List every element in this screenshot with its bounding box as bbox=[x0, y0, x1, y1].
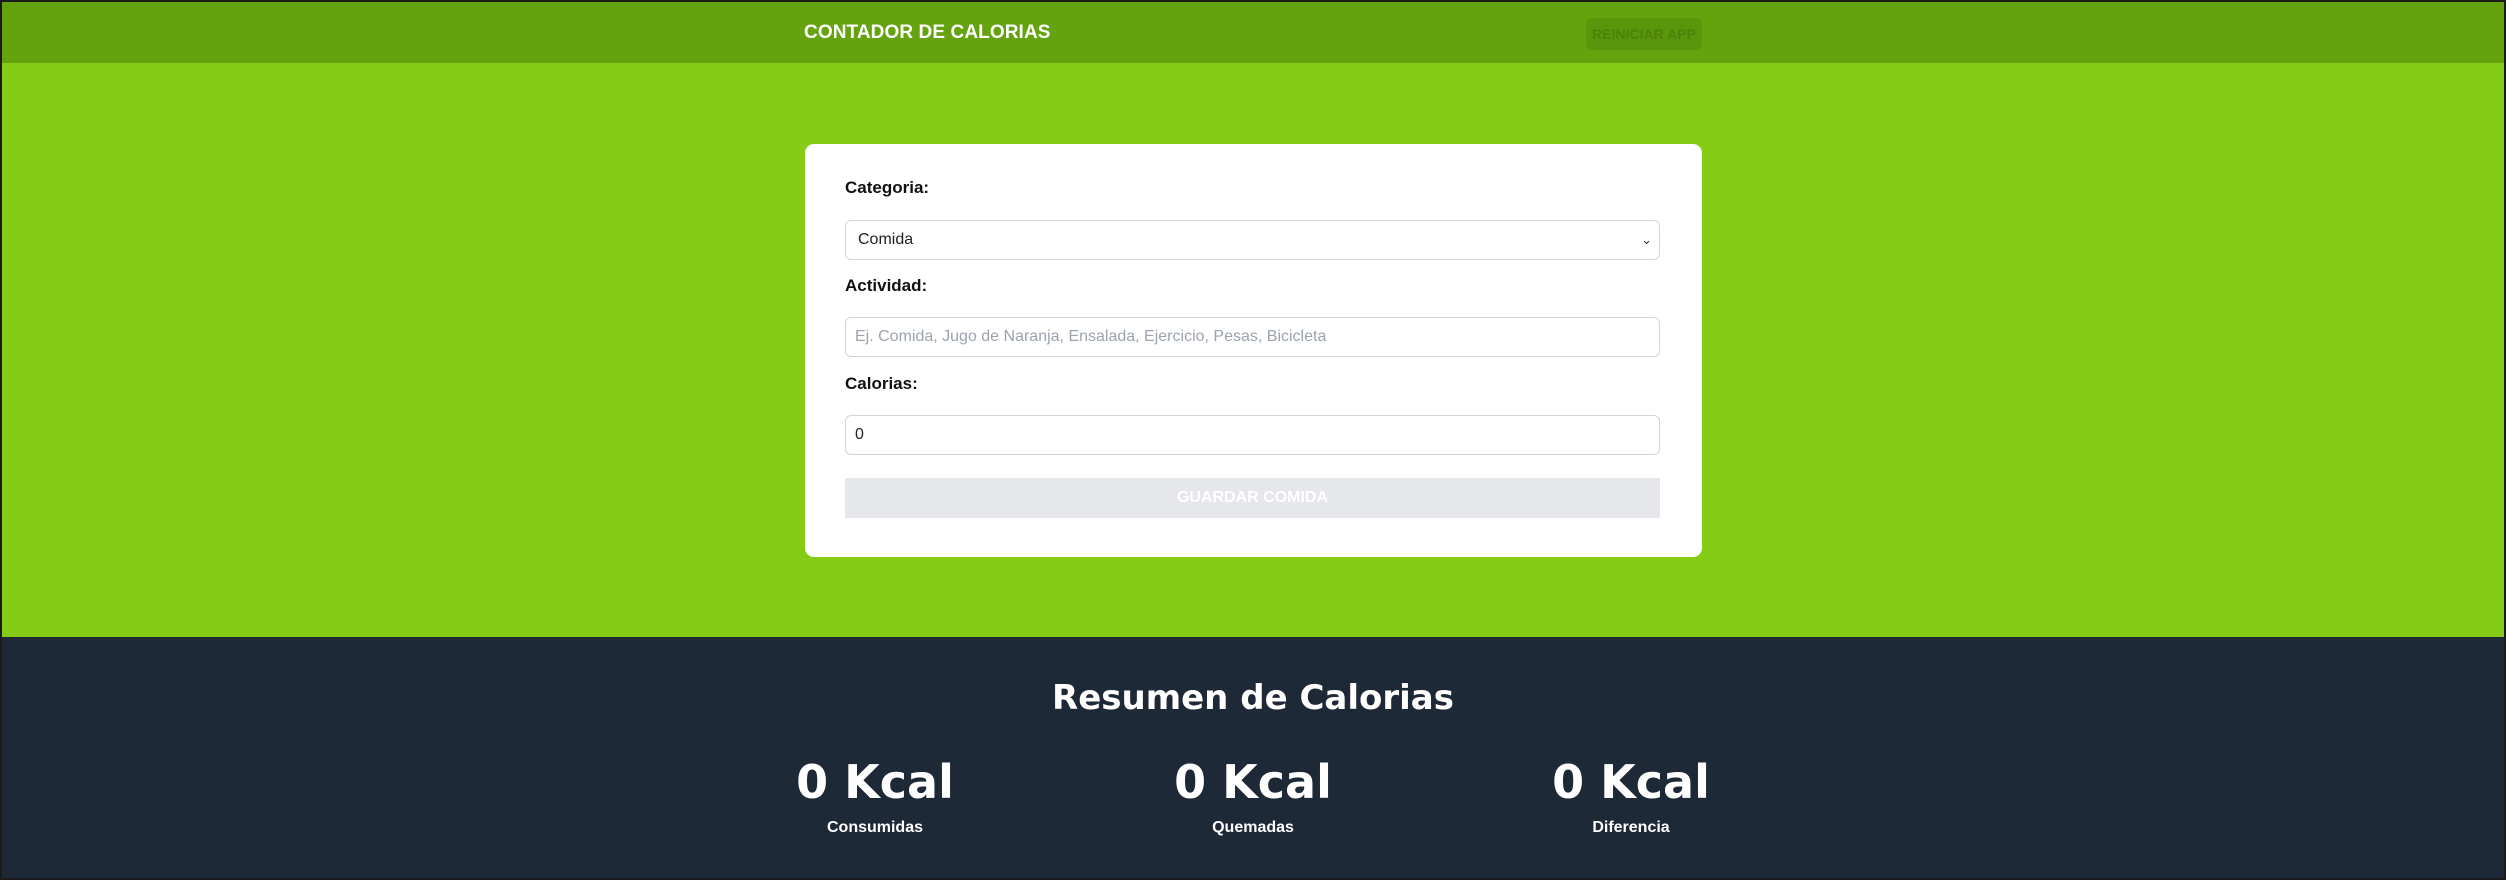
summary-title: Resumen de Calorias bbox=[1052, 678, 1454, 718]
app-title: CONTADOR DE CALORIAS bbox=[804, 22, 1051, 43]
calorie-form: Categoria: Comida ⌄ Actividad: Ej. Comid… bbox=[805, 144, 1702, 557]
form-section: Categoria: Comida ⌄ Actividad: Ej. Comid… bbox=[2, 63, 2504, 637]
stat-consumed-value: 0 Kcal bbox=[796, 755, 954, 809]
category-select[interactable]: Comida ⌄ bbox=[845, 220, 1660, 260]
stat-burned-label: Quemadas bbox=[1212, 819, 1294, 836]
calories-input[interactable]: 0 bbox=[845, 415, 1660, 455]
stat-burned-value: 0 Kcal bbox=[1174, 755, 1332, 809]
reset-app-button[interactable]: REINICIAR APP bbox=[1586, 18, 1702, 50]
calories-label: Calorias: bbox=[845, 374, 918, 393]
calories-value: 0 bbox=[855, 426, 864, 443]
stat-difference-value: 0 Kcal bbox=[1552, 755, 1710, 809]
chevron-down-icon: ⌄ bbox=[1641, 232, 1652, 247]
stat-difference: 0 Kcal Diferencia bbox=[1531, 755, 1731, 837]
save-food-button[interactable]: GUARDAR COMIDA bbox=[845, 478, 1660, 518]
activity-placeholder: Ej. Comida, Jugo de Naranja, Ensalada, E… bbox=[855, 328, 1327, 345]
stat-difference-label: Diferencia bbox=[1592, 819, 1670, 836]
activity-input[interactable]: Ej. Comida, Jugo de Naranja, Ensalada, E… bbox=[845, 317, 1660, 357]
app-header: CONTADOR DE CALORIAS REINICIAR APP bbox=[2, 2, 2504, 63]
category-label: Categoria: bbox=[845, 178, 930, 197]
stat-consumed: 0 Kcal Consumidas bbox=[775, 755, 975, 837]
stat-burned: 0 Kcal Quemadas bbox=[1153, 755, 1353, 837]
stat-consumed-label: Consumidas bbox=[826, 819, 923, 836]
activity-label: Actividad: bbox=[845, 276, 928, 295]
category-selected-value: Comida bbox=[858, 231, 914, 248]
